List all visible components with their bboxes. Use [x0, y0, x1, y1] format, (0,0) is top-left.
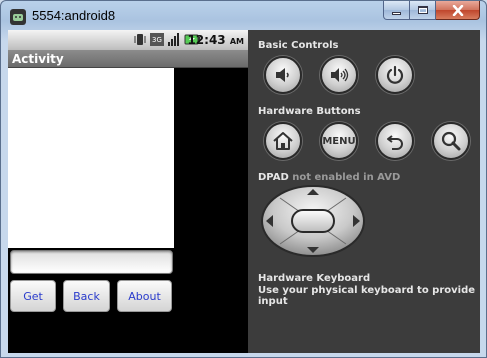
keyboard-note: Use your physical keyboard to provide in…	[258, 285, 476, 307]
dpad-control[interactable]	[260, 184, 366, 258]
basic-controls-title: Basic Controls	[258, 40, 339, 51]
emulator-client: 3G 12:43 AM Activity Get Back About Basi…	[8, 30, 480, 353]
search-button[interactable]	[432, 122, 470, 160]
device-screen[interactable]: 3G 12:43 AM Activity Get Back About	[8, 30, 248, 353]
back-button[interactable]: Back	[63, 280, 110, 312]
home-button[interactable]	[264, 122, 302, 160]
keyboard-title: Hardware Keyboard	[258, 273, 371, 284]
network-3g-icon: 3G	[150, 33, 164, 46]
activity-title-bar: Activity	[8, 50, 248, 68]
controls-panel: Basic Controls Hardware Buttons MENU DPA…	[248, 30, 480, 353]
minimize-icon	[392, 11, 401, 15]
url-input[interactable]	[10, 250, 173, 274]
status-clock: 12:43 AM	[187, 33, 244, 47]
volume-up-button[interactable]	[320, 56, 358, 94]
content-view[interactable]	[8, 68, 174, 248]
volume-up-icon	[331, 68, 349, 82]
android-app-icon	[10, 9, 26, 25]
maximize-button[interactable]	[410, 1, 436, 20]
menu-button-label: MENU	[322, 135, 356, 147]
home-icon	[273, 132, 293, 150]
window-title: 5554:android8	[32, 8, 116, 23]
vibrate-icon	[134, 34, 146, 45]
close-icon	[452, 4, 463, 16]
emulator-window: 5554:android8 3G 12:43 AM Activity Get B…	[0, 0, 487, 358]
activity-title: Activity	[12, 52, 64, 66]
maximize-icon	[417, 6, 428, 14]
status-bar: 3G 12:43 AM	[8, 30, 248, 50]
back-arrow-icon	[387, 135, 403, 150]
menu-button[interactable]: MENU	[320, 122, 358, 160]
minimize-button[interactable]	[383, 1, 410, 20]
window-controls	[383, 1, 480, 21]
svg-text:3G: 3G	[152, 36, 162, 44]
search-icon	[441, 131, 461, 151]
hardware-buttons-title: Hardware Buttons	[258, 106, 361, 117]
dpad-center-button[interactable]	[291, 209, 335, 233]
power-button[interactable]	[376, 56, 414, 94]
volume-down-icon	[276, 68, 289, 82]
dpad-title: DPAD not enabled in AVD	[258, 172, 401, 183]
get-button[interactable]: Get	[10, 280, 56, 312]
back-hw-button[interactable]	[376, 122, 414, 160]
signal-icon	[168, 33, 179, 46]
volume-down-button[interactable]	[264, 56, 302, 94]
power-icon	[386, 65, 404, 84]
title-bar[interactable]: 5554:android8	[1, 1, 486, 31]
close-button[interactable]	[436, 1, 480, 20]
about-button[interactable]: About	[117, 280, 172, 312]
